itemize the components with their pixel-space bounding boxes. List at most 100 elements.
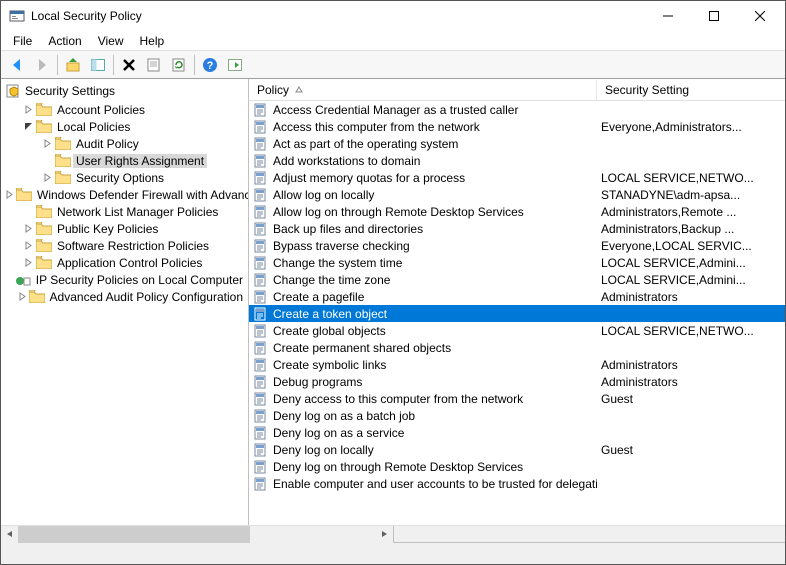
tree-item[interactable]: Advanced Audit Policy Configuration	[1, 288, 248, 305]
policy-setting: Guest	[597, 443, 785, 457]
list-row[interactable]: Create a pagefileAdministrators	[249, 288, 785, 305]
policy-icon	[253, 408, 269, 424]
policy-icon	[253, 272, 269, 288]
window-title: Local Security Policy	[31, 9, 645, 23]
list-header: Policy Security Setting	[249, 79, 785, 101]
policy-setting: Everyone,Administrators...	[597, 120, 785, 134]
list-row[interactable]: Add workstations to domain	[249, 152, 785, 169]
menu-action[interactable]: Action	[40, 32, 89, 50]
back-button[interactable]	[5, 53, 29, 77]
tree-item[interactable]: Windows Defender Firewall with Advanced …	[1, 186, 248, 203]
policy-name: Back up files and directories	[273, 222, 423, 236]
policy-name: Access Credential Manager as a trusted c…	[273, 103, 518, 117]
properties-button[interactable]	[142, 53, 166, 77]
list-row[interactable]: Access Credential Manager as a trusted c…	[249, 101, 785, 118]
expand-arrow-icon[interactable]	[22, 104, 34, 116]
list-row[interactable]: Enable computer and user accounts to be …	[249, 475, 785, 492]
expand-arrow-icon[interactable]	[5, 189, 14, 201]
policy-icon	[253, 153, 269, 169]
tree-item-label: Windows Defender Firewall with Advanced …	[34, 188, 249, 202]
list-row[interactable]: Access this computer from the networkEve…	[249, 118, 785, 135]
expand-arrow-icon[interactable]	[22, 121, 34, 133]
policy-setting: LOCAL SERVICE,Admini...	[597, 273, 785, 287]
list-row[interactable]: Create permanent shared objects	[249, 339, 785, 356]
column-header-setting[interactable]: Security Setting	[597, 80, 785, 100]
expand-arrow-icon[interactable]	[41, 172, 53, 184]
list-row[interactable]: Act as part of the operating system	[249, 135, 785, 152]
help-button[interactable]: ?	[198, 53, 222, 77]
tree-item-label: Network List Manager Policies	[54, 205, 221, 219]
list-row[interactable]: Deny log on as a batch job	[249, 407, 785, 424]
list-row[interactable]: Bypass traverse checkingEveryone,LOCAL S…	[249, 237, 785, 254]
tree-item-label: IP Security Policies on Local Computer	[33, 273, 246, 287]
tree-hscroll[interactable]	[1, 525, 785, 542]
expand-arrow-icon[interactable]	[22, 240, 34, 252]
list-row[interactable]: Create a token object	[249, 305, 785, 322]
policy-name: Create permanent shared objects	[273, 341, 451, 355]
list-row[interactable]: Deny log on through Remote Desktop Servi…	[249, 458, 785, 475]
tree-root[interactable]: Security Settings	[1, 81, 248, 101]
list-row[interactable]: Debug programsAdministrators	[249, 373, 785, 390]
list-body[interactable]: Access Credential Manager as a trusted c…	[249, 101, 785, 525]
list-row[interactable]: Change the system timeLOCAL SERVICE,Admi…	[249, 254, 785, 271]
column-header-policy[interactable]: Policy	[249, 80, 597, 100]
tree-pane[interactable]: Security Settings Account PoliciesLocal …	[1, 79, 249, 525]
up-folder-button[interactable]	[61, 53, 85, 77]
tree-item[interactable]: Public Key Policies	[1, 220, 248, 237]
policy-name: Deny access to this computer from the ne…	[273, 392, 523, 406]
policy-name: Deny log on locally	[273, 443, 374, 457]
forward-button[interactable]	[30, 53, 54, 77]
tree-item[interactable]: User Rights Assignment	[1, 152, 248, 169]
list-row[interactable]: Create global objectsLOCAL SERVICE,NETWO…	[249, 322, 785, 339]
folder-icon	[36, 103, 52, 116]
show-hide-tree-button[interactable]	[86, 53, 110, 77]
tree-item[interactable]: IP Security Policies on Local Computer	[1, 271, 248, 288]
folder-icon	[55, 154, 71, 167]
list-row[interactable]: Deny log on as a service	[249, 424, 785, 441]
policy-name: Create a token object	[273, 307, 387, 321]
expand-arrow-icon[interactable]	[41, 155, 53, 167]
export-button[interactable]	[223, 53, 247, 77]
expand-arrow-icon[interactable]	[22, 257, 34, 269]
policy-icon	[253, 391, 269, 407]
tree-item[interactable]: Audit Policy	[1, 135, 248, 152]
tree-item[interactable]: Application Control Policies	[1, 254, 248, 271]
tree-item[interactable]: Software Restriction Policies	[1, 237, 248, 254]
maximize-button[interactable]	[691, 1, 737, 31]
policy-icon	[253, 187, 269, 203]
folder-icon	[36, 222, 52, 235]
menu-view[interactable]: View	[90, 32, 132, 50]
expand-arrow-icon[interactable]	[41, 138, 53, 150]
policy-icon	[253, 221, 269, 237]
policy-name: Adjust memory quotas for a process	[273, 171, 465, 185]
expand-arrow-icon[interactable]	[22, 206, 34, 218]
policy-icon	[253, 425, 269, 441]
list-row[interactable]: Allow log on through Remote Desktop Serv…	[249, 203, 785, 220]
refresh-button[interactable]	[167, 53, 191, 77]
list-row[interactable]: Allow log on locallySTANADYNE\adm-apsa..…	[249, 186, 785, 203]
policy-name: Deny log on through Remote Desktop Servi…	[273, 460, 523, 474]
expand-arrow-icon[interactable]	[10, 274, 13, 286]
policy-setting: Administrators	[597, 290, 785, 304]
tree-item[interactable]: Network List Manager Policies	[1, 203, 248, 220]
list-row[interactable]: Deny log on locally Guest	[249, 441, 785, 458]
tree-item[interactable]: Account Policies	[1, 101, 248, 118]
folder-icon	[36, 256, 52, 269]
content-area: Security Settings Account PoliciesLocal …	[1, 79, 785, 525]
expand-arrow-icon[interactable]	[18, 291, 27, 303]
close-button[interactable]	[737, 1, 783, 31]
list-row[interactable]: Deny access to this computer from the ne…	[249, 390, 785, 407]
list-row[interactable]: Back up files and directories Administrat…	[249, 220, 785, 237]
policy-name: Deny log on as a service	[273, 426, 404, 440]
list-row[interactable]: Change the time zoneLOCAL SERVICE,Admini…	[249, 271, 785, 288]
menu-file[interactable]: File	[5, 32, 40, 50]
tree-item[interactable]: Security Options	[1, 169, 248, 186]
minimize-button[interactable]	[645, 1, 691, 31]
delete-button[interactable]	[117, 53, 141, 77]
list-row[interactable]: Create symbolic linksAdministrators	[249, 356, 785, 373]
list-row[interactable]: Adjust memory quotas for a processLOCAL …	[249, 169, 785, 186]
policy-setting: Administrators,Backup ...	[597, 222, 785, 236]
expand-arrow-icon[interactable]	[22, 223, 34, 235]
tree-item[interactable]: Local Policies	[1, 118, 248, 135]
menu-help[interactable]: Help	[132, 32, 173, 50]
